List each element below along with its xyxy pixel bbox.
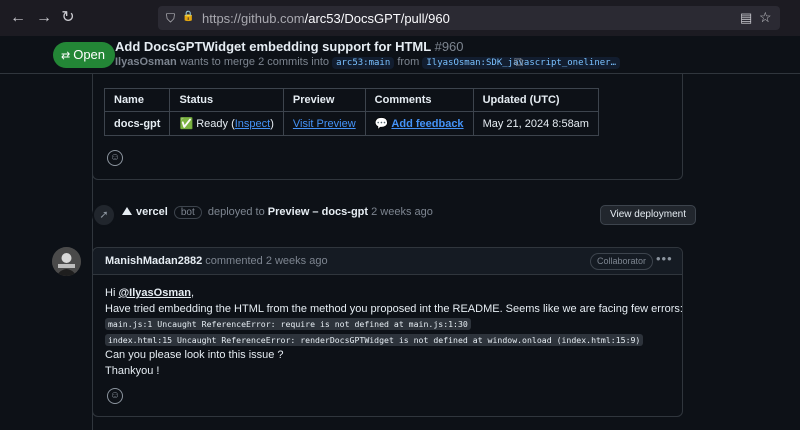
- comment-action: commented: [205, 255, 263, 267]
- pr-number: #960: [434, 39, 464, 54]
- reader-view-icon[interactable]: ▤: [740, 10, 752, 26]
- bookmark-star-icon[interactable]: ☆: [759, 9, 772, 26]
- base-branch[interactable]: arc53:main: [332, 57, 395, 69]
- vercel-comment-card: Name Status Preview Comments Updated (UT…: [92, 74, 683, 180]
- rocket-icon: ➚: [92, 203, 116, 227]
- copy-branch-icon[interactable]: ⧉: [514, 54, 523, 70]
- comment-header: ManishMadan2882 commented 2 weeks ago Co…: [93, 248, 682, 275]
- add-reaction-icon[interactable]: ☺: [107, 150, 123, 166]
- reload-icon[interactable]: ↻: [58, 8, 78, 28]
- bot-badge: bot: [173, 206, 202, 219]
- pr-author-link[interactable]: IlyasOsman: [115, 56, 177, 68]
- url-path: /arc53/DocsGPT/pull/960: [304, 11, 450, 26]
- comment-time[interactable]: 2 weeks ago: [266, 255, 328, 267]
- comment-line: Thankyou !: [105, 364, 160, 377]
- column-header: Comments: [364, 88, 474, 112]
- comment-line: Have tried embedding the HTML from the m…: [105, 302, 683, 315]
- more-options-icon[interactable]: •••: [656, 251, 673, 266]
- deploy-status: ✅ Ready (Inspect): [169, 111, 284, 136]
- pr-merge-text: wants to merge 2 commits into: [179, 56, 329, 68]
- deployment-event: ➚ vercel bot deployed to Preview – docs-…: [92, 200, 696, 228]
- inspect-link[interactable]: Inspect: [235, 118, 270, 130]
- column-header: Updated (UTC): [472, 88, 599, 112]
- deploy-target[interactable]: Preview – docs-gpt: [268, 206, 368, 218]
- column-header: Name: [103, 88, 171, 112]
- pr-state-label: Open: [73, 47, 106, 62]
- table-row: docs-gpt ✅ Ready (Inspect) Visit Preview…: [103, 111, 599, 136]
- status-text: Ready: [196, 118, 229, 130]
- forward-icon[interactable]: →: [34, 8, 54, 28]
- add-reaction-icon[interactable]: ☺: [107, 388, 123, 404]
- speech-bubble-icon: 💬: [374, 118, 389, 130]
- vercel-logo-icon: [122, 207, 132, 215]
- view-deployment-button[interactable]: View deployment: [600, 205, 696, 225]
- pr-header: ⇄ Open Add DocsGPTWidget embedding suppor…: [0, 36, 800, 74]
- table-header-row: Name Status Preview Comments Updated (UT…: [103, 88, 599, 112]
- pr-from-text: from: [397, 56, 420, 68]
- add-feedback-link[interactable]: Add feedback: [391, 118, 463, 130]
- pr-state-badge: ⇄ Open: [53, 42, 116, 68]
- comment-author[interactable]: ManishMadan2882: [105, 255, 202, 267]
- column-header: Status: [169, 88, 284, 112]
- check-icon: ✅: [179, 118, 194, 130]
- deploy-name: docs-gpt: [103, 111, 171, 136]
- url-text[interactable]: https://github.com/arc53/DocsGPT/pull/96…: [202, 11, 450, 26]
- comment-body: Hi @IlyasOsman, Have tried embedding the…: [105, 286, 683, 379]
- avatar[interactable]: [52, 247, 81, 276]
- address-bar[interactable]: ⛉ 🔒 https://github.com/arc53/DocsGPT/pul…: [158, 6, 780, 30]
- deploy-actor[interactable]: vercel: [136, 206, 168, 218]
- deploy-time[interactable]: 2 weeks ago: [371, 206, 433, 218]
- column-header: Preview: [282, 88, 366, 112]
- deploy-preview: Visit Preview: [282, 111, 366, 136]
- deploy-comments: 💬 Add feedback: [364, 111, 474, 136]
- comment-meta: ManishMadan2882 commented 2 weeks ago: [105, 255, 328, 267]
- comment-line: Can you please look into this issue ?: [105, 349, 284, 361]
- comment-greeting: Hi @IlyasOsman,: [105, 286, 675, 302]
- pr-merge-info: IlyasOsman wants to merge 2 commits into…: [115, 56, 621, 69]
- back-icon[interactable]: ←: [8, 8, 28, 28]
- url-host: https://github.com: [202, 11, 305, 26]
- collaborator-badge: Collaborator: [590, 253, 654, 270]
- greeting-text: Hi: [105, 287, 116, 299]
- user-mention[interactable]: @IlyasOsman: [118, 287, 190, 299]
- deployment-table: Name Status Preview Comments Updated (UT…: [103, 88, 599, 136]
- lock-icon[interactable]: 🔒: [182, 11, 194, 22]
- error-code-1: main.js:1 Uncaught ReferenceError: requi…: [105, 318, 471, 330]
- visit-preview-link[interactable]: Visit Preview: [293, 118, 356, 130]
- pr-title-text: Add DocsGPTWidget embedding support for …: [115, 39, 431, 54]
- shield-icon[interactable]: ⛉: [166, 11, 175, 26]
- pr-title: Add DocsGPTWidget embedding support for …: [115, 39, 464, 54]
- error-code-2: index.html:15 Uncaught ReferenceError: r…: [105, 333, 644, 346]
- comment-card: ManishMadan2882 commented 2 weeks ago Co…: [92, 247, 683, 417]
- browser-toolbar: ← → ↻ ⛉ 🔒 https://github.com/arc53/DocsG…: [0, 0, 800, 36]
- deploy-updated: May 21, 2024 8:58am: [472, 111, 599, 136]
- deployment-event-text: vercel bot deployed to Preview – docs-gp…: [122, 206, 433, 219]
- pull-request-icon: ⇄: [61, 50, 71, 62]
- avatar-image: [52, 247, 81, 276]
- deploy-action: deployed to: [207, 206, 265, 218]
- greeting-end: ,: [190, 287, 194, 299]
- paren-close: ): [270, 118, 274, 130]
